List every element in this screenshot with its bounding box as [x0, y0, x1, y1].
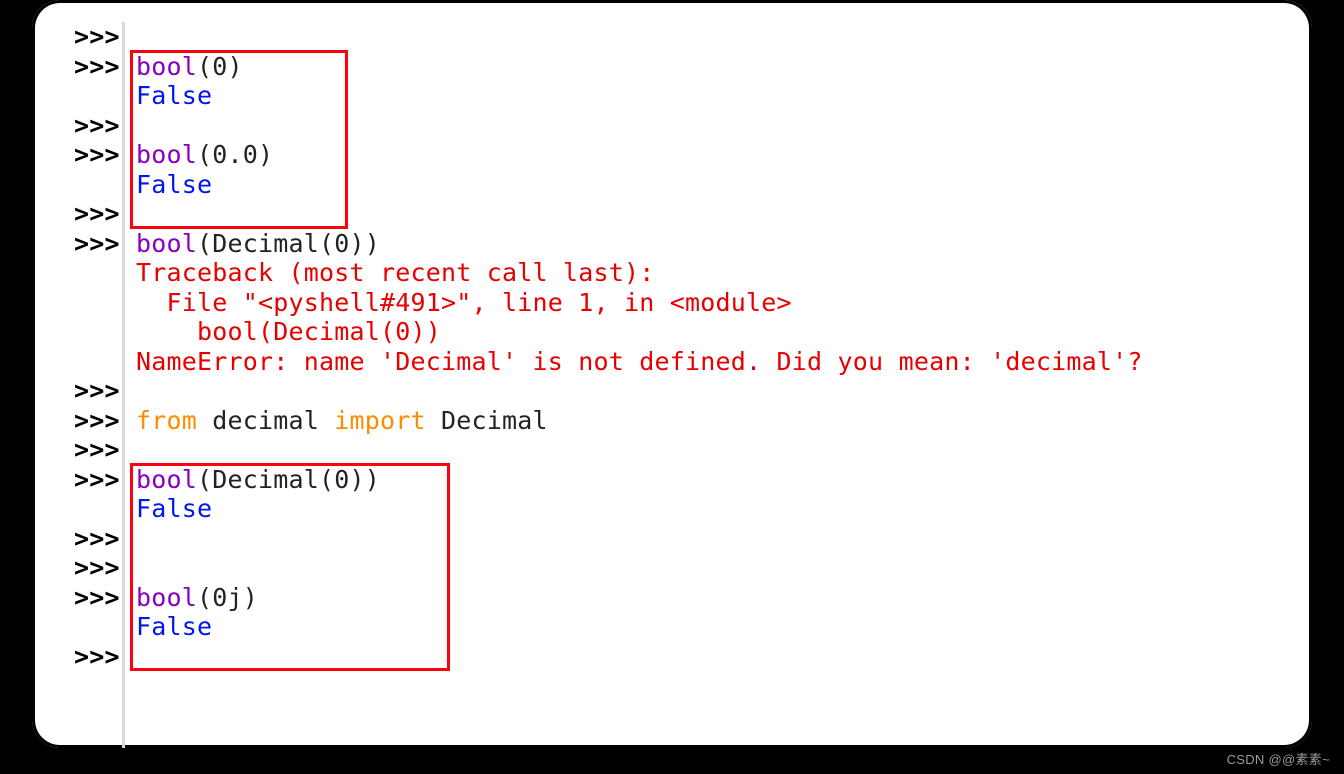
code-line: >>> bool(Decimal(0)) — [44, 229, 1312, 259]
code-line: >>> bool(0j) — [44, 583, 1312, 613]
repl-prompt: >>> — [74, 229, 120, 259]
repl-prompt: >>> — [74, 111, 120, 141]
token-kw: import — [334, 406, 426, 435]
repl-prompt: >>> — [74, 199, 120, 229]
repl-prompt: >>> — [74, 52, 120, 82]
code-line: >>> bool(0.0) — [44, 140, 1312, 170]
code-line: Traceback (most recent call last): — [44, 258, 1312, 288]
code-text: NameError: name 'Decimal' is not defined… — [136, 347, 1143, 377]
repl-prompt: >>> — [74, 553, 120, 583]
token-plain: (0.0) — [197, 140, 273, 169]
code-text: False — [136, 494, 212, 524]
token-err: Traceback (most recent call last): — [136, 258, 655, 287]
token-fn: bool — [136, 52, 197, 81]
code-text: bool(0) — [136, 52, 243, 82]
token-out: False — [136, 494, 212, 523]
code-text: False — [136, 170, 212, 200]
code-line: >>> — [44, 111, 1312, 141]
token-kw: from — [136, 406, 197, 435]
code-line: False — [44, 612, 1312, 642]
repl-prompt: >>> — [74, 465, 120, 495]
repl-prompt: >>> — [74, 376, 120, 406]
repl-prompt: >>> — [74, 583, 120, 613]
code-line: False — [44, 494, 1312, 524]
code-text: bool(0.0) — [136, 140, 273, 170]
code-text: bool(0j) — [136, 583, 258, 613]
token-err: NameError: name 'Decimal' is not defined… — [136, 347, 1143, 376]
code-text: bool(Decimal(0)) — [136, 465, 380, 495]
code-line: >>> — [44, 642, 1312, 672]
code-text: False — [136, 612, 212, 642]
code-line: >>> — [44, 553, 1312, 583]
repl-prompt: >>> — [74, 435, 120, 465]
code-text: Traceback (most recent call last): — [136, 258, 655, 288]
token-err: File "<pyshell#491>", line 1, in <module… — [136, 288, 792, 317]
repl-prompt: >>> — [74, 524, 120, 554]
code-line: >>> — [44, 22, 1312, 52]
token-out: False — [136, 612, 212, 641]
repl-prompt: >>> — [74, 22, 120, 52]
code-line: False — [44, 81, 1312, 111]
code-line: >>> bool(Decimal(0)) — [44, 465, 1312, 495]
token-fn: bool — [136, 583, 197, 612]
code-line: >>> — [44, 435, 1312, 465]
repl-prompt: >>> — [74, 406, 120, 436]
token-err: bool(Decimal(0)) — [136, 317, 441, 346]
code-text: bool(Decimal(0)) — [136, 229, 380, 259]
code-line: File "<pyshell#491>", line 1, in <module… — [44, 288, 1312, 318]
token-plain: (0j) — [197, 583, 258, 612]
code-text: False — [136, 81, 212, 111]
code-line: >>> — [44, 524, 1312, 554]
code-card: >>>>>>bool(0)False>>>>>>bool(0.0)False>>… — [32, 0, 1312, 748]
token-out: False — [136, 170, 212, 199]
token-plain: decimal — [197, 406, 334, 435]
code-line: >>> from decimal import Decimal — [44, 406, 1312, 436]
code-text: File "<pyshell#491>", line 1, in <module… — [136, 288, 792, 318]
token-fn: bool — [136, 465, 197, 494]
token-plain: (Decimal(0)) — [197, 229, 380, 258]
code-area: >>>>>>bool(0)False>>>>>>bool(0.0)False>>… — [44, 22, 1312, 671]
code-line: bool(Decimal(0)) — [44, 317, 1312, 347]
token-out: False — [136, 81, 212, 110]
token-plain: (Decimal(0)) — [197, 465, 380, 494]
code-line: >>> bool(0) — [44, 52, 1312, 82]
repl-prompt: >>> — [74, 642, 120, 672]
token-fn: bool — [136, 140, 197, 169]
code-line: >>> — [44, 199, 1312, 229]
code-line: >>> — [44, 376, 1312, 406]
code-text: from decimal import Decimal — [136, 406, 548, 436]
repl-prompt: >>> — [74, 140, 120, 170]
code-line: NameError: name 'Decimal' is not defined… — [44, 347, 1312, 377]
code-line: False — [44, 170, 1312, 200]
code-text: bool(Decimal(0)) — [136, 317, 441, 347]
token-plain: (0) — [197, 52, 243, 81]
token-fn: bool — [136, 229, 197, 258]
token-plain: Decimal — [426, 406, 548, 435]
watermark: CSDN @@素素~ — [1227, 749, 1330, 768]
